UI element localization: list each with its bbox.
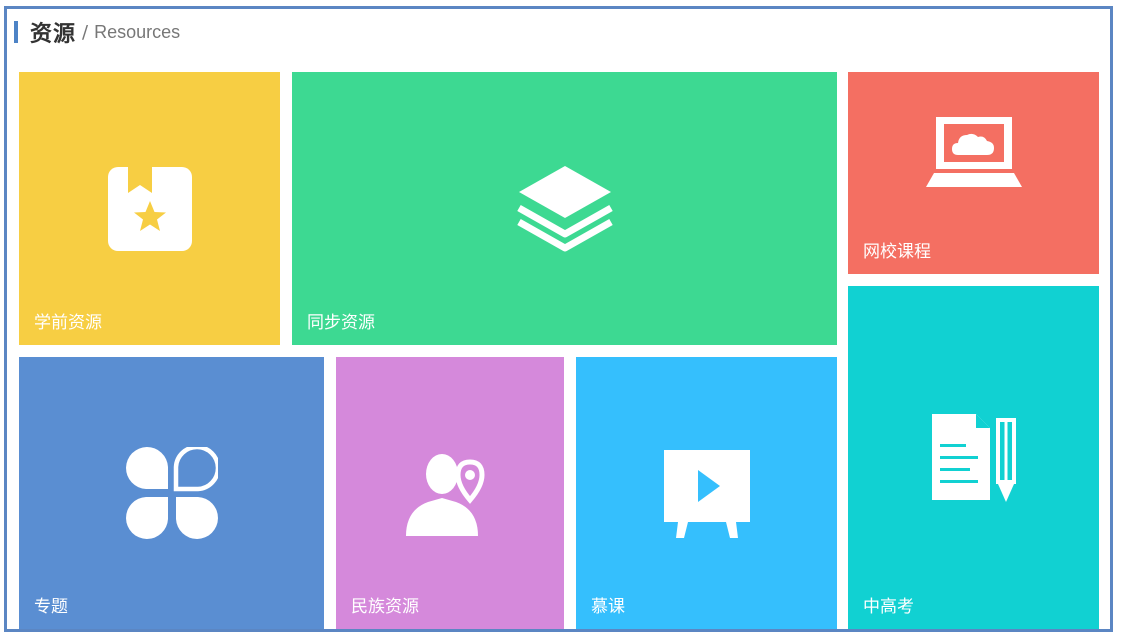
tile-label: 慕课 bbox=[591, 597, 625, 617]
bookmark-star-icon bbox=[107, 166, 192, 251]
section-header: 资源 / Resources bbox=[14, 15, 180, 49]
tile-label: 网校课程 bbox=[863, 242, 931, 262]
tile-special-topics[interactable]: 专题 bbox=[19, 357, 324, 629]
tile-label: 民族资源 bbox=[351, 597, 419, 617]
layers-icon bbox=[516, 165, 613, 251]
tile-label: 同步资源 bbox=[307, 313, 375, 333]
tile-ethnic-resources[interactable]: 民族资源 bbox=[336, 357, 564, 629]
tile-label: 学前资源 bbox=[34, 313, 102, 333]
tile-online-school-courses[interactable]: 网校课程 bbox=[848, 72, 1099, 274]
laptop-cloud-icon bbox=[925, 116, 1022, 187]
tile-sync-resources[interactable]: 同步资源 bbox=[292, 72, 837, 345]
document-pencil-icon bbox=[931, 413, 1016, 502]
title-separator: / bbox=[82, 21, 89, 43]
tile-label: 中高考 bbox=[863, 597, 914, 617]
person-location-icon bbox=[406, 454, 485, 536]
clover-icon bbox=[125, 447, 218, 539]
tile-label: 专题 bbox=[34, 597, 68, 617]
header-accent-bar bbox=[14, 21, 18, 43]
section-subtitle: Resources bbox=[94, 21, 181, 42]
tile-mooc[interactable]: 慕课 bbox=[576, 357, 837, 629]
video-board-icon bbox=[663, 450, 750, 538]
tile-preschool-resources[interactable]: 学前资源 bbox=[19, 72, 280, 345]
section-title: 资源 bbox=[30, 22, 77, 47]
tile-exam-prep[interactable]: 中高考 bbox=[848, 286, 1099, 629]
